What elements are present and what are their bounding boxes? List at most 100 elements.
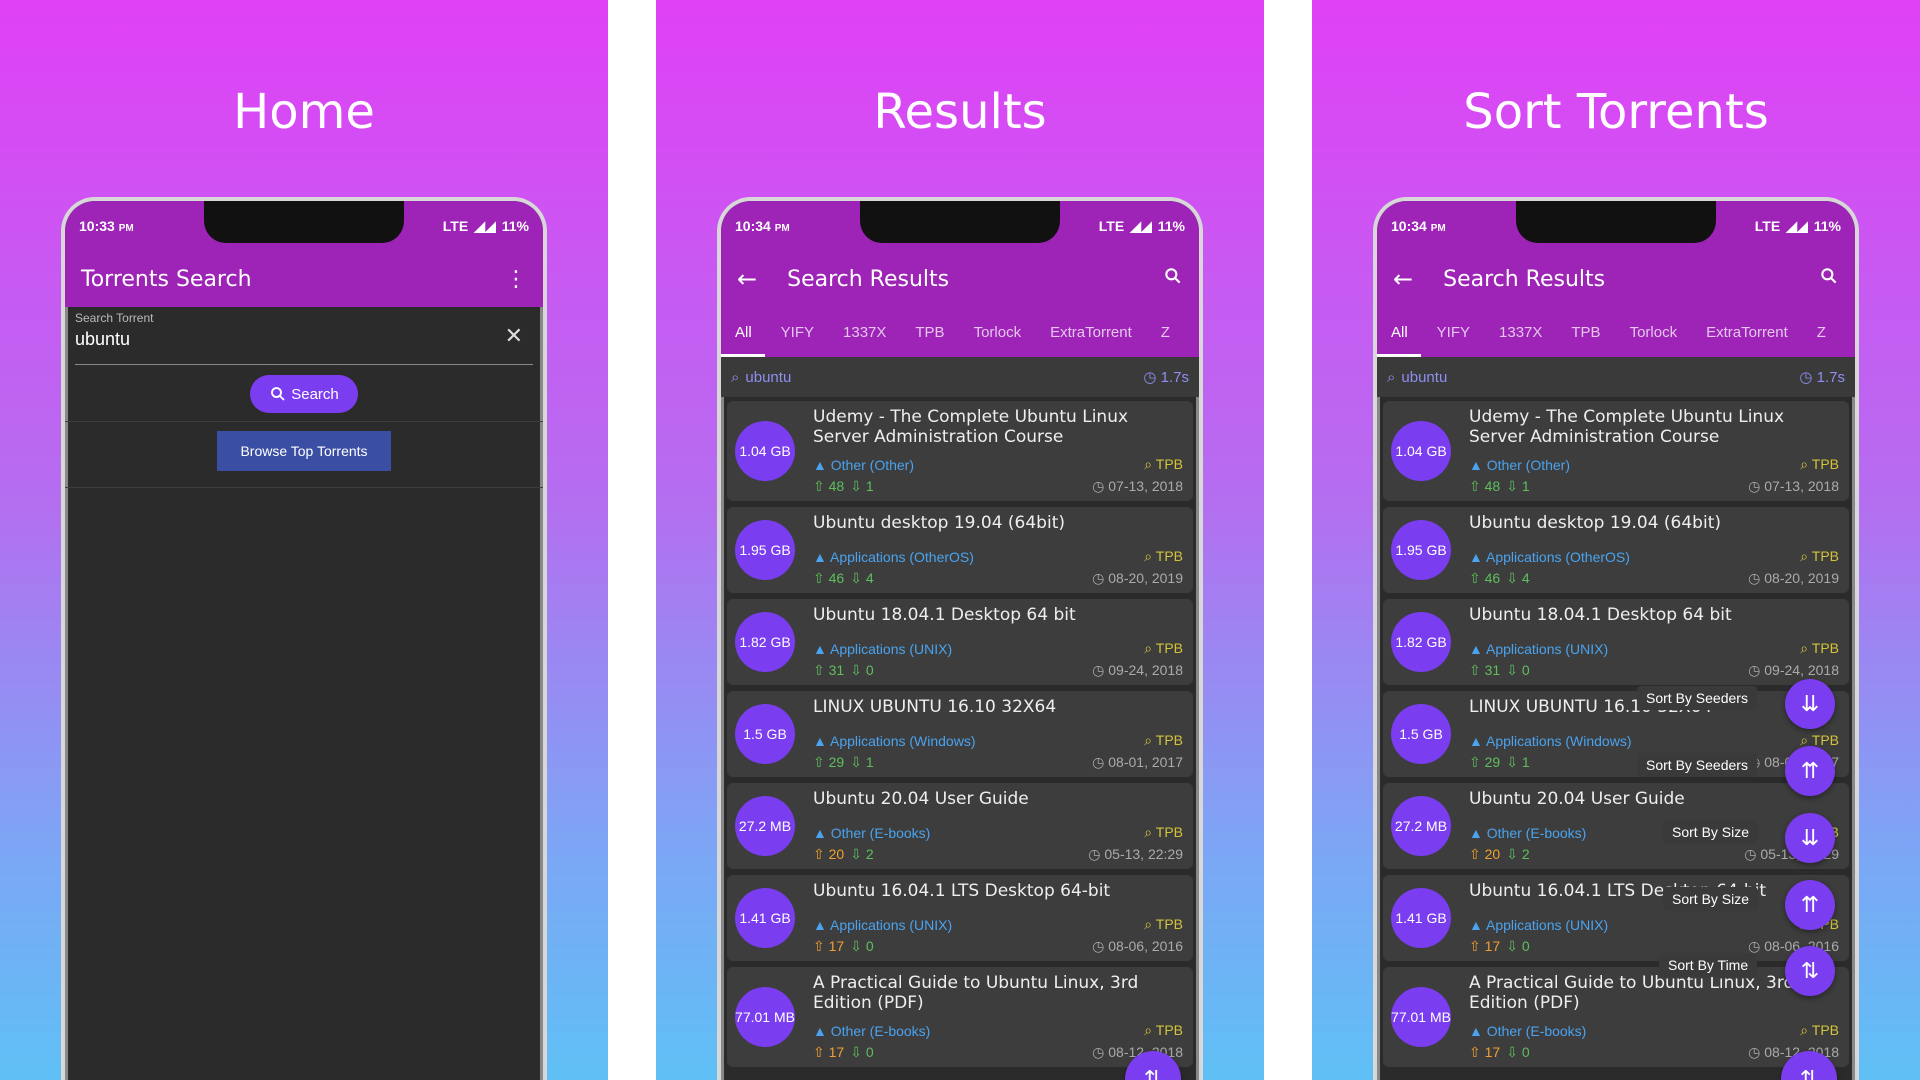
- tab-tpb[interactable]: TPB: [915, 324, 944, 341]
- result-title: Udemy - The Complete Ubuntu Linux Server…: [813, 407, 1129, 447]
- status-icons: LTE ◢◢ 11%: [443, 218, 529, 235]
- seed-leech: ⇧ 20 ⇩ 2: [813, 846, 874, 863]
- results-list: 1.04 GB Udemy - The Complete Ubuntu Linux…: [1383, 401, 1849, 1073]
- upload-icon: ⇧ 48: [1469, 478, 1501, 494]
- result-card[interactable]: 27.2 MB Ubuntu 20.04 User Guide ▲ Other (E…: [1383, 783, 1849, 869]
- result-card[interactable]: 27.2 MB Ubuntu 20.04 User Guide ▲ Other (E…: [727, 783, 1193, 869]
- upload-icon: ⇧ 17: [1469, 1044, 1501, 1060]
- upload-icon: ⇧ 17: [1469, 938, 1501, 954]
- result-title: Udemy - The Complete Ubuntu Linux Server…: [1469, 407, 1785, 447]
- query-text: ubuntu: [1401, 368, 1448, 386]
- result-category: ▲ Applications (UNIX): [813, 641, 953, 657]
- upload-icon: ⇧ 46: [1469, 570, 1501, 586]
- seed-leech: ⇧ 31 ⇩ 0: [813, 662, 874, 679]
- tab-z[interactable]: Z: [1817, 324, 1826, 341]
- sort-seeders-desc-label[interactable]: Sort By Seeders: [1637, 753, 1757, 777]
- result-title: Ubuntu desktop 19.04 (64bit): [1469, 513, 1721, 533]
- search-icon: ⌕: [1387, 368, 1396, 386]
- tab-all[interactable]: All: [1391, 324, 1408, 341]
- tab-z[interactable]: Z: [1161, 324, 1170, 341]
- tab-tpb[interactable]: TPB: [1571, 324, 1600, 341]
- tab-extratorrent[interactable]: ExtraTorrent: [1050, 324, 1132, 341]
- size-badge: 1.04 GB: [1391, 421, 1451, 481]
- size-badge: 1.82 GB: [1391, 612, 1451, 672]
- sort-seeders-asc-label[interactable]: Sort By Seeders: [1637, 686, 1757, 710]
- download-icon: ⇩ 0: [850, 1044, 874, 1060]
- result-card[interactable]: 1.41 GB Ubuntu 16.04.1 LTS Desktop 64-bit…: [727, 875, 1193, 961]
- result-card[interactable]: 1.95 GB Ubuntu desktop 19.04 (64bit) ▲ App…: [727, 507, 1193, 593]
- result-card[interactable]: 1.04 GB Udemy - The Complete Ubuntu Linux…: [1383, 401, 1849, 501]
- sort-time-label[interactable]: Sort By Time: [1659, 953, 1758, 977]
- source-tabs: All YIFY 1337X TPB Torlock ExtraTorrent …: [721, 307, 1199, 357]
- sort-size-asc-button[interactable]: ⇊: [1785, 813, 1835, 863]
- camera-notch: [204, 201, 404, 243]
- result-date: ◷ 05-13, 22:29: [1088, 846, 1183, 862]
- result-card[interactable]: 1.82 GB Ubuntu 18.04.1 Desktop 64 bit ▲ Ap…: [1383, 599, 1849, 685]
- result-card[interactable]: 1.95 GB Ubuntu desktop 19.04 (64bit) ▲ App…: [1383, 507, 1849, 593]
- browse-top-torrents-button[interactable]: Browse Top Torrents: [217, 431, 391, 471]
- tab-extratorrent[interactable]: ExtraTorrent: [1706, 324, 1788, 341]
- more-vert-icon[interactable]: ⋮: [505, 267, 527, 292]
- network-label: LTE: [1098, 218, 1125, 234]
- tab-yify[interactable]: YIFY: [781, 324, 814, 341]
- download-icon: ⇩ 4: [1506, 570, 1530, 586]
- tab-yify[interactable]: YIFY: [1437, 324, 1470, 341]
- result-date: ◷ 07-13, 2018: [1092, 478, 1183, 494]
- query-bar: ⌕ ubuntu ◷ 1.7s: [721, 357, 1199, 397]
- result-title: Ubuntu 18.04.1 Desktop 64 bit: [813, 605, 1076, 625]
- result-card[interactable]: 1.04 GB Udemy - The Complete Ubuntu Linux…: [727, 401, 1193, 501]
- sort-size-desc-button[interactable]: ⇈: [1785, 880, 1835, 930]
- result-title: Ubuntu 18.04.1 Desktop 64 bit: [1469, 605, 1732, 625]
- sort-size-desc-label[interactable]: Sort By Size: [1663, 887, 1759, 911]
- tab-all[interactable]: All: [735, 324, 752, 341]
- result-card[interactable]: 1.82 GB Ubuntu 18.04.1 Desktop 64 bit ▲ Ap…: [727, 599, 1193, 685]
- result-date: ◷ 07-13, 2018: [1748, 478, 1839, 494]
- status-time: 10:34 PM: [735, 218, 790, 234]
- result-category: ▲ Other (E-books): [813, 1023, 931, 1039]
- seed-leech: ⇧ 29 ⇩ 1: [813, 754, 874, 771]
- result-date: ◷ 08-06, 2016: [1092, 938, 1183, 954]
- search-torrent-field[interactable]: Search Torrent ubuntu ✕: [75, 311, 533, 365]
- search-button[interactable]: Search: [250, 375, 358, 413]
- result-title: Ubuntu desktop 19.04 (64bit): [813, 513, 1065, 533]
- result-date: ◷ 08-01, 2017: [1092, 754, 1183, 770]
- panel-title: Results: [873, 84, 1047, 140]
- seed-leech: ⇧ 48 ⇩ 1: [1469, 478, 1530, 495]
- search-icon[interactable]: [1819, 266, 1839, 292]
- result-source: ⌕ TPB: [1144, 548, 1183, 564]
- sort-seeders-asc-button[interactable]: ⇊: [1785, 679, 1835, 729]
- panel-title: Sort Torrents: [1463, 84, 1769, 140]
- result-source: ⌕ TPB: [1800, 640, 1839, 656]
- seed-leech: ⇧ 29 ⇩ 1: [1469, 754, 1530, 771]
- sort-size-asc-label[interactable]: Sort By Size: [1663, 820, 1759, 844]
- result-category: ▲ Applications (Windows): [1469, 733, 1632, 749]
- sort-seeders-desc-button[interactable]: ⇈: [1785, 746, 1835, 796]
- result-card[interactable]: 1.5 GB LINUX UBUNTU 16.10 32X64 ▲ Applicat…: [727, 691, 1193, 777]
- tab-1337x[interactable]: 1337X: [843, 324, 886, 341]
- home-panel: Home 10:33 PM LTE ◢◢ 11% Torrents Search…: [0, 0, 608, 1080]
- seed-leech: ⇧ 17 ⇩ 0: [813, 938, 874, 955]
- app-bar: ← Search Results: [721, 251, 1199, 307]
- result-category: ▲ Other (E-books): [813, 825, 931, 841]
- sort-time-button[interactable]: ⇅: [1785, 946, 1835, 996]
- search-icon[interactable]: [1163, 266, 1183, 292]
- search-icon: ⌕: [731, 368, 740, 386]
- search-input[interactable]: ubuntu: [75, 329, 130, 350]
- result-date: ◷ 09-24, 2018: [1092, 662, 1183, 678]
- arrow-left-icon[interactable]: ←: [737, 265, 757, 293]
- result-card[interactable]: 77.01 MB A Practical Guide to Ubuntu Linu…: [1383, 967, 1849, 1067]
- result-card[interactable]: 77.01 MB A Practical Guide to Ubuntu Linu…: [727, 967, 1193, 1067]
- close-icon[interactable]: ✕: [505, 323, 523, 349]
- result-source: ⌕ TPB: [1144, 824, 1183, 840]
- tab-1337x[interactable]: 1337X: [1499, 324, 1542, 341]
- seed-leech: ⇧ 17 ⇩ 0: [1469, 1044, 1530, 1061]
- network-label: LTE: [1754, 218, 1781, 234]
- result-category: ▲ Other (E-books): [1469, 825, 1587, 841]
- result-card[interactable]: 1.5 GB LINUX UBUNTU 16.10 32X64 ▲ Applicat…: [1383, 691, 1849, 777]
- status-time: 10:33 PM: [79, 218, 134, 234]
- arrow-left-icon[interactable]: ←: [1393, 265, 1413, 293]
- download-icon: ⇩ 1: [1506, 754, 1530, 770]
- result-card[interactable]: 1.41 GB Ubuntu 16.04.1 LTS Desktop 64-bit…: [1383, 875, 1849, 961]
- tab-torlock[interactable]: Torlock: [974, 324, 1022, 341]
- tab-torlock[interactable]: Torlock: [1630, 324, 1678, 341]
